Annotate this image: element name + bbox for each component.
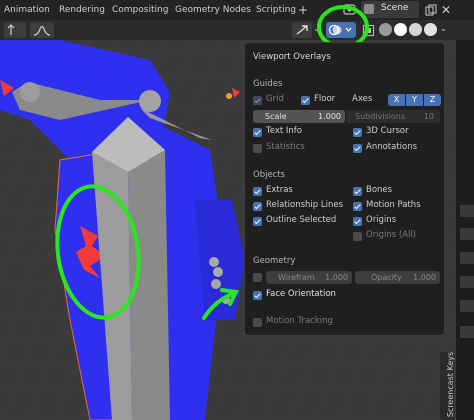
viewport-header: ⌄ ⌄ (0, 20, 474, 40)
face-orientation-label: Face Orientation (266, 289, 336, 299)
floor-label: Floor (314, 94, 336, 104)
wireframe-threshold-field[interactable]: Wirefram 1.000 (266, 271, 352, 284)
tweak-tool-button[interactable] (4, 22, 26, 38)
copy-scene-icon[interactable] (425, 4, 438, 17)
axis-x-toggle[interactable]: X (388, 94, 405, 106)
tab-animation[interactable]: Animation (4, 3, 50, 18)
text-info-checkbox[interactable] (253, 128, 262, 137)
xray-icon[interactable] (362, 24, 375, 37)
scale-label: Scale (265, 112, 287, 121)
grid-scale-field[interactable]: Scale 1.000 (253, 110, 345, 123)
annotations-label: Annotations (366, 142, 418, 152)
sidebar-view-icon[interactable] (460, 228, 474, 240)
sidebar-camera-icon[interactable] (460, 276, 474, 288)
scene-selector[interactable]: Scene (361, 1, 419, 18)
axes-label: Axes (352, 94, 373, 104)
face-orientation-checkbox[interactable] (253, 291, 262, 300)
overlays-toggle-button[interactable] (326, 22, 356, 38)
material-shading-icon[interactable] (409, 23, 422, 36)
sidebar-output-icon[interactable] (460, 326, 474, 338)
objects-heading: Objects (253, 170, 286, 180)
wireframe-value: 1.000 (325, 273, 348, 282)
screencast-keys-label: Screencast Keys (446, 351, 456, 418)
motion-paths-label: Motion Paths (366, 200, 421, 210)
tab-rendering[interactable]: Rendering (59, 3, 105, 18)
wireframe-shading-icon[interactable] (379, 23, 392, 36)
outline-selected-checkbox[interactable] (253, 217, 262, 226)
grid-label: Grid (266, 94, 284, 104)
outline-selected-label: Outline Selected (266, 215, 337, 225)
origins-label: Origins (366, 215, 397, 225)
subdivisions-label: Subdivisions (355, 112, 406, 121)
opacity-value: 1.000 (413, 273, 436, 282)
origins-all-checkbox[interactable] (353, 232, 362, 241)
workspace-tab-bar: Animation Rendering Compositing Geometry… (0, 0, 474, 20)
grid-subdivisions-field[interactable]: Subdivisions 10 (346, 110, 440, 123)
scene-data-icon (364, 4, 374, 14)
sidebar-tool-icon[interactable] (460, 205, 474, 217)
sidebar-item-icon[interactable] (460, 252, 474, 264)
extras-label: Extras (266, 185, 293, 195)
motion-tracking-checkbox[interactable] (253, 318, 262, 327)
motion-tracking-label: Motion Tracking (266, 316, 333, 326)
extras-checkbox[interactable] (253, 187, 262, 196)
statistics-label: Statistics (266, 142, 305, 152)
origins-all-label: Origins (All) (366, 230, 416, 240)
tab-geometry-nodes[interactable]: Geometry Nodes (175, 3, 251, 18)
subdivisions-value: 10 (423, 112, 434, 121)
wireframe-opacity-field[interactable]: Opacity 1.000 (355, 271, 440, 284)
popover-title: Viewport Overlays (253, 52, 331, 62)
sidebar-render-icon[interactable] (460, 300, 474, 312)
motion-paths-checkbox[interactable] (353, 202, 362, 211)
tab-compositing[interactable]: Compositing (112, 3, 168, 18)
scale-value: 1.000 (318, 112, 341, 121)
close-icon[interactable]: ✕ (441, 4, 454, 17)
viewport-overlays-popover: Viewport Overlays Guides Grid Floor Axes… (244, 42, 445, 336)
gizmo-toggle-button[interactable] (292, 22, 312, 38)
origins-checkbox[interactable] (353, 217, 362, 226)
geometry-heading: Geometry (253, 256, 296, 266)
scene-name: Scene (381, 3, 409, 13)
axis-y-toggle[interactable]: Y (406, 94, 423, 106)
scene-icon[interactable] (343, 3, 356, 16)
floor-checkbox[interactable] (301, 96, 310, 105)
grid-checkbox[interactable] (253, 96, 262, 105)
bones-label: Bones (366, 185, 393, 195)
relationship-lines-label: Relationship Lines (266, 200, 344, 210)
tab-scripting[interactable]: Scripting (256, 3, 296, 18)
add-workspace-button[interactable]: + (298, 3, 308, 17)
text-info-label: Text Info (266, 126, 302, 136)
bones-checkbox[interactable] (353, 187, 362, 196)
wireframe-checkbox[interactable] (253, 273, 262, 282)
wireframe-label: Wirefram (278, 273, 315, 282)
3d-cursor-checkbox[interactable] (353, 128, 362, 137)
guides-heading: Guides (253, 79, 283, 89)
shading-dropdown-icon[interactable]: ⌄ (440, 24, 453, 37)
gizmo-dropdown-icon[interactable]: ⌄ (313, 24, 326, 37)
statistics-checkbox[interactable] (253, 144, 262, 153)
screencast-keys-tab[interactable]: Screencast Keys (440, 351, 456, 420)
solid-shading-icon[interactable] (394, 23, 407, 36)
rendered-shading-icon[interactable] (424, 23, 437, 36)
axis-z-toggle[interactable]: Z (424, 94, 441, 106)
annotations-checkbox[interactable] (353, 144, 362, 153)
proportional-falloff-button[interactable] (30, 22, 54, 38)
relationship-lines-checkbox[interactable] (253, 202, 262, 211)
3d-cursor-label: 3D Cursor (366, 126, 409, 136)
opacity-label: Opacity (371, 273, 402, 282)
